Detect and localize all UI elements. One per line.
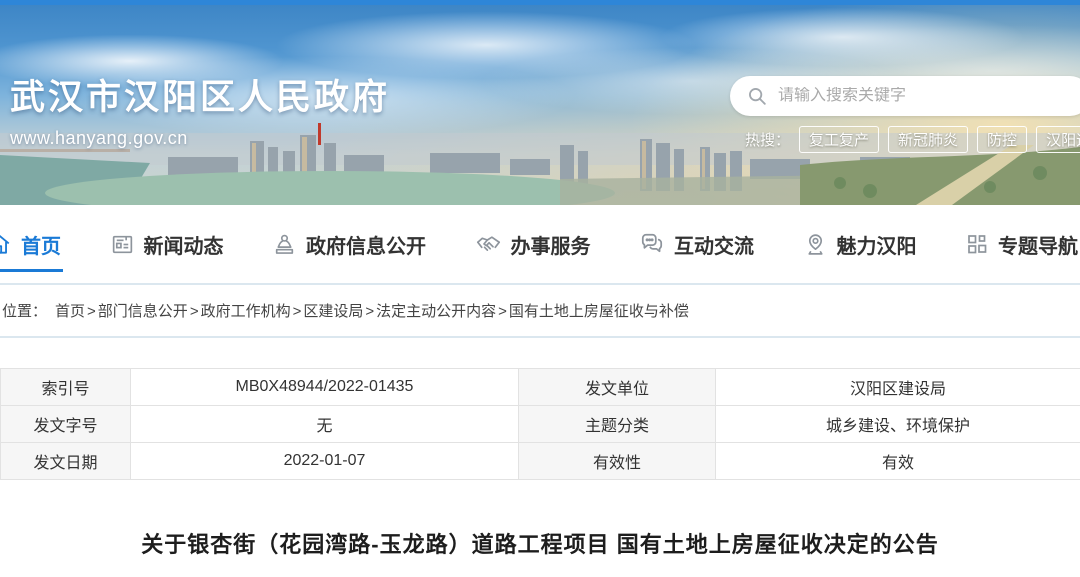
site-title: 武汉市汉阳区人民政府 xyxy=(10,69,390,120)
meta-value-doc-no: 无 xyxy=(131,406,519,443)
breadcrumb-item[interactable]: 政府工作机构 xyxy=(188,300,291,321)
hot-search-tag[interactable]: 汉阳造 xyxy=(1036,126,1080,153)
meta-value-index-no: MB0X48944/2022-01435 xyxy=(131,369,519,406)
nav-item-label: 首页 xyxy=(21,230,61,259)
site-url: www.hanyang.gov.cn xyxy=(10,128,390,149)
news-icon xyxy=(110,232,135,257)
breadcrumb-item[interactable]: 部门信息公开 xyxy=(85,300,188,321)
search-area xyxy=(730,76,1080,116)
nav-item-label: 新闻动态 xyxy=(144,230,224,259)
meta-label-validity: 有效性 xyxy=(519,443,716,480)
nav-item-label: 魅力汉阳 xyxy=(837,230,917,259)
site-logo[interactable]: 武汉市汉阳区人民政府 www.hanyang.gov.cn xyxy=(10,69,390,149)
home-icon xyxy=(0,231,12,257)
hot-search-bar: 热搜： 复工复产 新冠肺炎 防控 汉阳造 xyxy=(745,126,1070,153)
breadcrumb-item[interactable]: 国有土地上房屋征收与补偿 xyxy=(496,300,689,321)
meta-value-issue-date: 2022-01-07 xyxy=(131,443,519,480)
breadcrumb-item[interactable]: 区建设局 xyxy=(291,300,364,321)
nav-item-label: 政府信息公开 xyxy=(306,230,426,259)
main-nav: 首页 新闻动态 政府信息公开 xyxy=(0,205,1080,283)
doc-meta-table: 索引号 MB0X48944/2022-01435 发文单位 汉阳区建设局 发文字… xyxy=(0,368,1080,480)
table-row: 索引号 MB0X48944/2022-01435 发文单位 汉阳区建设局 xyxy=(1,369,1080,406)
search-icon xyxy=(746,85,768,107)
meta-label-index-no: 索引号 xyxy=(1,369,131,406)
seal-icon xyxy=(272,232,297,257)
nav-item-services[interactable]: 办事服务 xyxy=(475,205,591,283)
chat-icon xyxy=(639,231,665,257)
breadcrumb-item[interactable]: 法定主动公开内容 xyxy=(363,300,496,321)
nav-item-topics[interactable]: 专题导航 xyxy=(965,205,1078,283)
nav-item-gov-info[interactable]: 政府信息公开 xyxy=(272,205,426,283)
table-row: 发文字号 无 主题分类 城乡建设、环境保护 xyxy=(1,406,1080,443)
nav-item-label: 互动交流 xyxy=(674,230,754,259)
search-input[interactable] xyxy=(778,87,1074,105)
nav-item-home[interactable]: 首页 xyxy=(0,205,61,283)
meta-label-issue-date: 发文日期 xyxy=(1,443,131,480)
meta-value-topic-category: 城乡建设、环境保护 xyxy=(716,406,1080,443)
table-row: 发文日期 2022-01-07 有效性 有效 xyxy=(1,443,1080,480)
search-box[interactable] xyxy=(730,76,1080,116)
hot-search-label: 热搜： xyxy=(745,129,790,150)
page: 武汉市汉阳区人民政府 www.hanyang.gov.cn 热搜： 复工复产 新… xyxy=(0,0,1080,577)
nav-item-label: 办事服务 xyxy=(511,230,591,259)
breadcrumb: 位置： 首页 部门信息公开 政府工作机构 区建设局 法定主动公开内容 国有土地上… xyxy=(0,283,1080,338)
pin-icon xyxy=(803,232,828,257)
meta-value-issuing-unit: 汉阳区建设局 xyxy=(716,369,1080,406)
header-banner: 武汉市汉阳区人民政府 www.hanyang.gov.cn 热搜： 复工复产 新… xyxy=(0,5,1080,205)
handshake-icon xyxy=(475,231,502,258)
nav-item-label: 专题导航 xyxy=(998,230,1078,259)
meta-label-issuing-unit: 发文单位 xyxy=(519,369,716,406)
hot-search-tag[interactable]: 复工复产 xyxy=(799,126,879,153)
nav-item-charm-hanyang[interactable]: 魅力汉阳 xyxy=(803,205,917,283)
breadcrumb-item[interactable]: 首页 xyxy=(55,300,85,321)
meta-label-doc-no: 发文字号 xyxy=(1,406,131,443)
breadcrumb-label: 位置： xyxy=(2,300,47,321)
grid-icon xyxy=(965,232,989,256)
meta-label-topic-category: 主题分类 xyxy=(519,406,716,443)
meta-value-validity: 有效 xyxy=(716,443,1080,480)
article-title: 关于银杏街（花园湾路-玉龙路）道路工程项目 国有土地上房屋征收决定的公告 xyxy=(0,527,1080,559)
nav-item-interaction[interactable]: 互动交流 xyxy=(639,205,754,283)
hot-search-tag[interactable]: 防控 xyxy=(977,126,1027,153)
hot-search-tag[interactable]: 新冠肺炎 xyxy=(888,126,968,153)
nav-item-news[interactable]: 新闻动态 xyxy=(110,205,224,283)
